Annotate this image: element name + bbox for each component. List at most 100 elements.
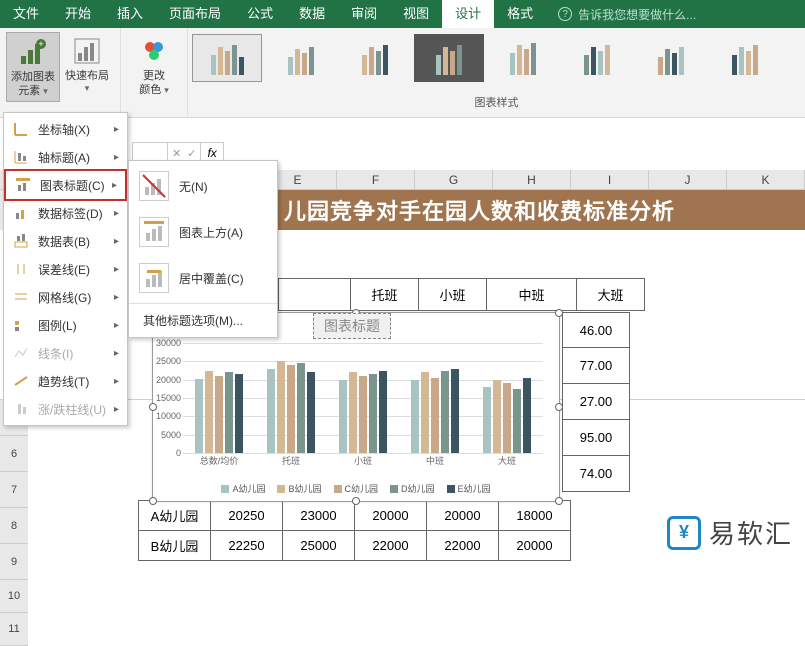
bar-group-1[interactable]: 托班	[255, 343, 327, 453]
cell-a-1[interactable]: 20250	[211, 501, 283, 531]
change-colors-button[interactable]: 更改颜色 ▾	[127, 32, 181, 100]
bar-group-0[interactable]: 总数/均价	[183, 343, 255, 453]
chart-title-above[interactable]: 图表上方(A)	[129, 209, 277, 255]
menu-data-table[interactable]: 数据表(B)▸	[4, 227, 127, 255]
chart-title-none-icon	[139, 171, 169, 201]
chart-style-8[interactable]	[710, 34, 780, 82]
ribbon-group-layout: + 添加图表元素 ▾ 快速布局 ▾	[0, 28, 121, 117]
chart-title-none[interactable]: 无(N)	[129, 163, 277, 209]
row-header-6[interactable]: 6	[0, 436, 28, 472]
embedded-chart[interactable]: 图表标题 050001000015000200002500030000 总数/均…	[152, 312, 560, 502]
row-header-11[interactable]: 11	[0, 613, 28, 646]
chart-styles-gallery: 图表样式	[188, 28, 805, 117]
cell-a-3[interactable]: 20000	[355, 501, 427, 531]
more-title-options[interactable]: 其他标题选项(M)...	[129, 306, 277, 335]
bar-group-4[interactable]: 大班	[471, 343, 543, 453]
chart-title-icon	[14, 176, 32, 194]
cell-a-name[interactable]: A幼儿园	[139, 501, 211, 531]
side-val-5[interactable]: 74.00	[562, 456, 630, 492]
fx-label[interactable]: fx	[201, 146, 222, 160]
col-header-F[interactable]: F	[337, 170, 415, 189]
add-element-label2: 元素	[18, 85, 40, 97]
chart-title-placeholder[interactable]: 图表标题	[313, 313, 391, 339]
menu-home[interactable]: 开始	[52, 0, 104, 28]
header-zhongban[interactable]: 中班	[487, 279, 577, 311]
header-toban[interactable]: 托班	[351, 279, 419, 311]
add-chart-element-button[interactable]: + 添加图表元素 ▾	[6, 32, 60, 102]
watermark-logo: ¥ 易软汇	[667, 514, 793, 551]
side-val-2[interactable]: 77.00	[562, 348, 630, 384]
col-header-J[interactable]: J	[649, 170, 727, 189]
menu-file[interactable]: 文件	[0, 0, 52, 28]
cell-b-2[interactable]: 25000	[283, 531, 355, 561]
chart-style-1[interactable]	[192, 34, 262, 82]
col-header-K[interactable]: K	[727, 170, 805, 189]
confirm-formula-icon[interactable]: ✓	[187, 147, 196, 160]
chart-style-3[interactable]	[340, 34, 410, 82]
header-daban[interactable]: 大班	[577, 279, 645, 311]
menu-insert[interactable]: 插入	[104, 0, 156, 28]
data-table-icon	[12, 232, 30, 250]
chart-style-5[interactable]	[488, 34, 558, 82]
menu-bar: 文件 开始 插入 页面布局 公式 数据 审阅 视图 设计 格式 ? 告诉我您想要…	[0, 0, 805, 28]
axis-title-icon	[12, 148, 30, 166]
quick-layout-label: 快速布局	[65, 69, 109, 83]
cell-b-3[interactable]: 22000	[355, 531, 427, 561]
menu-design[interactable]: 设计	[442, 0, 494, 28]
row-header-9[interactable]: 9	[0, 544, 28, 580]
chart-style-4[interactable]	[414, 34, 484, 82]
chart-title-above-icon	[139, 217, 169, 247]
menu-axis-titles[interactable]: 轴标题(A)▸	[4, 143, 127, 171]
tell-me-search[interactable]: ? 告诉我您想要做什么...	[546, 6, 696, 23]
menu-review[interactable]: 审阅	[338, 0, 390, 28]
gridlines-icon	[12, 288, 30, 306]
menu-error-bars[interactable]: 误差线(E)▸	[4, 255, 127, 283]
cell-a-4[interactable]: 20000	[427, 501, 499, 531]
header-xiaoban[interactable]: 小班	[419, 279, 487, 311]
chevron-right-icon: ▸	[114, 208, 119, 219]
menu-formulas[interactable]: 公式	[234, 0, 286, 28]
chart-plot-area[interactable]: 050001000015000200002500030000 总数/均价托班小班…	[183, 343, 543, 453]
col-header-H[interactable]: H	[493, 170, 571, 189]
cell-b-name[interactable]: B幼儿园	[139, 531, 211, 561]
lines-icon	[12, 344, 30, 362]
menu-legend[interactable]: 图例(L)▸	[4, 311, 127, 339]
menu-chart-title[interactable]: 图表标题(C)▸	[4, 169, 127, 201]
cell-a-2[interactable]: 23000	[283, 501, 355, 531]
row-header-7[interactable]: 7	[0, 472, 28, 508]
chart-style-6[interactable]	[562, 34, 632, 82]
side-val-3[interactable]: 27.00	[562, 384, 630, 420]
chart-style-7[interactable]	[636, 34, 706, 82]
cell-b-5[interactable]: 20000	[499, 531, 571, 561]
menu-page-layout[interactable]: 页面布局	[156, 0, 234, 28]
side-val-4[interactable]: 95.00	[562, 420, 630, 456]
chevron-right-icon: ▸	[114, 348, 119, 359]
add-element-label1: 添加图表	[11, 71, 55, 83]
col-header-G[interactable]: G	[415, 170, 493, 189]
trendline-icon	[12, 372, 30, 390]
menu-trendline[interactable]: 趋势线(T)▸	[4, 367, 127, 395]
chevron-right-icon: ▸	[114, 376, 119, 387]
cell-b-4[interactable]: 22000	[427, 531, 499, 561]
col-header-I[interactable]: I	[571, 170, 649, 189]
menu-data-labels[interactable]: 数据标签(D)▸	[4, 199, 127, 227]
row-header-8[interactable]: 8	[0, 508, 28, 544]
menu-format[interactable]: 格式	[494, 0, 546, 28]
header-empty[interactable]	[279, 279, 351, 311]
side-value-column: 46.00 77.00 27.00 95.00 74.00	[562, 312, 630, 492]
chart-title-overlay[interactable]: 居中覆盖(C)	[129, 255, 277, 301]
chart-style-2[interactable]	[266, 34, 336, 82]
cell-b-1[interactable]: 22250	[211, 531, 283, 561]
bar-group-2[interactable]: 小班	[327, 343, 399, 453]
cell-a-5[interactable]: 18000	[499, 501, 571, 531]
menu-data[interactable]: 数据	[286, 0, 338, 28]
bar-group-3[interactable]: 中班	[399, 343, 471, 453]
quick-layout-button[interactable]: 快速布局 ▾	[60, 32, 114, 102]
row-header-10[interactable]: 10	[0, 580, 28, 613]
cancel-formula-icon[interactable]: ✕	[172, 147, 181, 160]
side-val-1[interactable]: 46.00	[562, 312, 630, 348]
updown-bars-icon	[12, 400, 30, 418]
menu-axes[interactable]: 坐标轴(X)▸	[4, 115, 127, 143]
menu-gridlines[interactable]: 网格线(G)▸	[4, 283, 127, 311]
menu-view[interactable]: 视图	[390, 0, 442, 28]
